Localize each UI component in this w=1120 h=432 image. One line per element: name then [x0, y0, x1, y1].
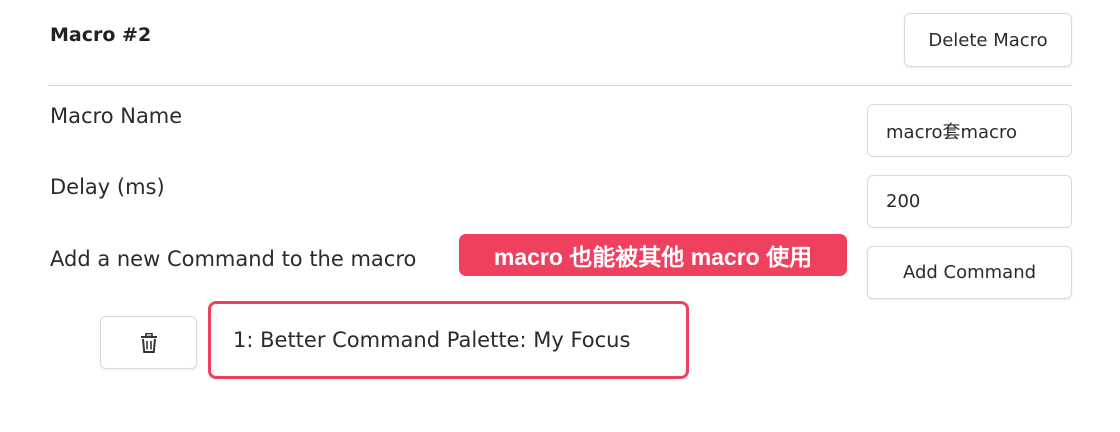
delay-label: Delay (ms): [50, 175, 165, 199]
command-item: 1: Better Command Palette: My Focus: [208, 301, 689, 379]
delete-command-button[interactable]: [100, 316, 197, 369]
macro-name-label: Macro Name: [50, 104, 183, 128]
delay-input[interactable]: 200: [867, 175, 1072, 228]
macro-settings-panel: Macro #2 Delete Macro Macro Name macro套m…: [0, 0, 1120, 432]
add-command-button[interactable]: Add Command: [867, 246, 1072, 299]
trash-icon: [140, 332, 158, 353]
delete-macro-button[interactable]: Delete Macro: [904, 13, 1072, 67]
command-text: 1: Better Command Palette: My Focus: [233, 328, 631, 352]
add-command-label: Add a new Command to the macro: [50, 247, 417, 271]
annotation-callout: macro 也能被其他 macro 使用: [459, 234, 847, 276]
macro-name-input[interactable]: macro套macro: [867, 104, 1072, 157]
macro-title: Macro #2: [50, 24, 152, 46]
divider: [48, 85, 1072, 86]
